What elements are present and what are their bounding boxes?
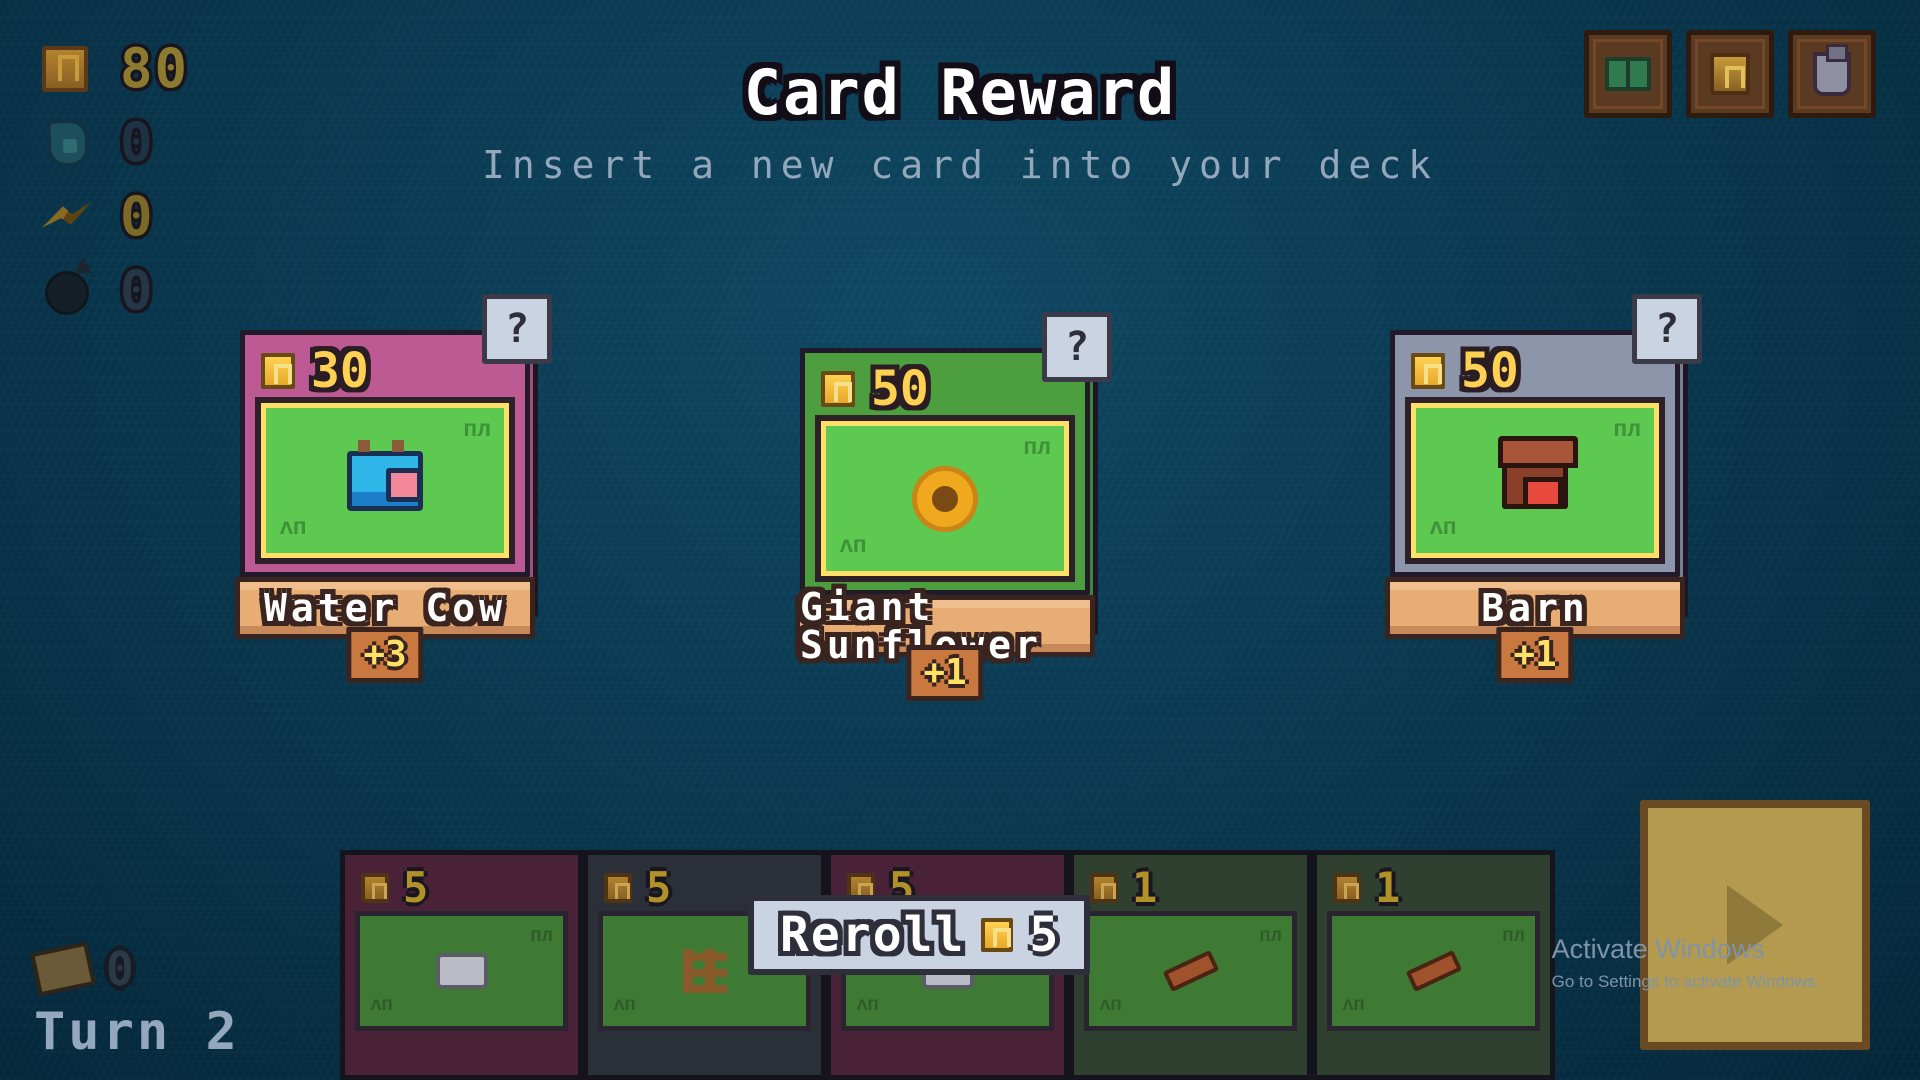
- card-body[interactable]: 50 ᴨᴫ ᴧᴨ: [1390, 330, 1680, 577]
- card-bonus-badge: +3: [346, 627, 424, 683]
- card-art: ᴨᴫ ᴧᴨ: [826, 426, 1064, 571]
- card-art-frame: ᴨᴫ ᴧᴨ: [815, 415, 1075, 582]
- hand-card[interactable]: 5 ᴨᴫ ᴧᴨ: [340, 850, 583, 1080]
- turn-label: Turn 2: [34, 1006, 240, 1058]
- flask-item-icon: [1813, 44, 1851, 96]
- coin-icon: [1333, 873, 1361, 903]
- coin-icon: [821, 371, 855, 407]
- deck-count-row: 0: [30, 941, 240, 997]
- windows-activation-watermark: Activate Windows Go to Settings to activ…: [1552, 933, 1820, 992]
- reroll-cost: 5: [1029, 907, 1059, 963]
- hand-card-cost-value: 1: [1132, 863, 1158, 912]
- card-cost-value: 50: [1461, 343, 1519, 399]
- reward-card-giant-sunflower[interactable]: ? 50 ᴨᴫ ᴧᴨ Giant Sunflower +1: [795, 312, 1112, 701]
- book-item-icon: [1605, 57, 1651, 91]
- grass-tuft-icon: ᴨᴫ: [1023, 434, 1051, 460]
- reward-card-row: ? 30 ᴨᴫ ᴧᴨ Water Cow +3 ? 50 ᴨᴫ ᴧᴨ Giant…: [0, 294, 1920, 750]
- help-icon[interactable]: ?: [1042, 312, 1112, 382]
- card-name: Water Cow: [264, 586, 506, 630]
- resource-lightning: 0: [42, 180, 189, 254]
- deck-icon: [30, 941, 96, 997]
- turn-word: Turn: [34, 1002, 172, 1062]
- hand-card-cost: 5: [355, 865, 568, 911]
- card-body[interactable]: 50 ᴨᴫ ᴧᴨ: [800, 348, 1090, 595]
- grass-tuft-icon: ᴧᴨ: [1099, 993, 1122, 1015]
- resource-bomb: 0: [42, 254, 189, 328]
- help-icon[interactable]: ?: [482, 294, 552, 364]
- card-art: ᴨᴫ ᴧᴨ: [1416, 408, 1654, 553]
- coin-icon: [981, 918, 1014, 952]
- card-art-frame: ᴨᴫ ᴧᴨ: [255, 397, 515, 564]
- coin-item-icon: [1710, 53, 1750, 95]
- bomb-value: 0: [117, 259, 156, 322]
- card-bonus-badge: +1: [1496, 627, 1574, 683]
- hand-card[interactable]: 1 ᴨᴫ ᴧᴨ: [1312, 850, 1555, 1080]
- hand-card[interactable]: 1 ᴨᴫ ᴧᴨ: [1069, 850, 1312, 1080]
- watermark-title: Activate Windows: [1551, 933, 1765, 964]
- coin-icon: [361, 873, 389, 903]
- page-subtitle: Insert a new card into your deck: [481, 143, 1439, 187]
- deck-count: 0: [106, 942, 134, 996]
- grass-tuft-icon: ᴧᴨ: [856, 993, 879, 1015]
- cow-sprite: [347, 439, 423, 511]
- grass-tuft-icon: ᴧᴨ: [370, 993, 393, 1015]
- coin-icon: [1090, 873, 1118, 903]
- grass-tuft-icon: ᴨᴫ: [1502, 924, 1525, 946]
- end-turn-button[interactable]: [1640, 800, 1870, 1050]
- grass-tuft-icon: ᴧᴨ: [1429, 514, 1457, 540]
- bomb-icon: [42, 263, 98, 319]
- card-cost: 50: [815, 363, 1075, 415]
- log-sprite: [1405, 950, 1462, 992]
- hand-card-cost-value: 5: [403, 863, 429, 912]
- sunflower-sprite: [907, 460, 983, 537]
- grass-tuft-icon: ᴧᴨ: [839, 532, 867, 558]
- watermark-subtitle: Go to Settings to activate Windows.: [1551, 972, 1820, 991]
- hand-card-cost: 1: [1084, 865, 1297, 911]
- card-cost-value: 30: [311, 343, 369, 399]
- card-body[interactable]: 30 ᴨᴫ ᴧᴨ: [240, 330, 530, 577]
- lightning-icon: [42, 189, 98, 245]
- sheep-sprite: [435, 953, 488, 989]
- reward-card-water-cow[interactable]: ? 30 ᴨᴫ ᴧᴨ Water Cow +3: [235, 294, 552, 683]
- reroll-button[interactable]: Reroll 5: [748, 895, 1091, 975]
- hand-card-cost-value: 5: [646, 863, 672, 912]
- card-cost: 50: [1405, 345, 1665, 397]
- hand-card-art: ᴨᴫ ᴧᴨ: [1084, 911, 1297, 1031]
- hand-card-art: ᴨᴫ ᴧᴨ: [355, 911, 568, 1031]
- card-art: ᴨᴫ ᴧᴨ: [266, 408, 504, 553]
- coin-icon: [1411, 353, 1445, 389]
- log-sprite: [1162, 950, 1219, 992]
- grass-tuft-icon: ᴨᴫ: [1613, 416, 1641, 442]
- grass-tuft-icon: ᴨᴫ: [463, 416, 491, 442]
- grass-tuft-icon: ᴧᴨ: [279, 514, 307, 540]
- hand-card-cost-value: 1: [1375, 863, 1401, 912]
- lightning-value: 0: [117, 185, 156, 248]
- reward-card-barn[interactable]: ? 50 ᴨᴫ ᴧᴨ Barn +1: [1385, 294, 1702, 683]
- coin-icon: [261, 353, 295, 389]
- card-cost-value: 50: [871, 361, 929, 417]
- grass-tuft-icon: ᴨᴫ: [530, 924, 553, 946]
- help-icon[interactable]: ?: [1632, 294, 1702, 364]
- card-bonus-badge: +1: [906, 645, 984, 701]
- card-cost: 30: [255, 345, 515, 397]
- card-name: Barn: [1481, 586, 1589, 630]
- reroll-label: Reroll: [780, 907, 966, 963]
- card-art-frame: ᴨᴫ ᴧᴨ: [1405, 397, 1665, 564]
- barn-sprite: [1498, 435, 1578, 509]
- grass-tuft-icon: ᴧᴨ: [1342, 993, 1365, 1015]
- turn-indicator: 0 Turn 2: [30, 941, 240, 1058]
- hand-card-art: ᴨᴫ ᴧᴨ: [1327, 911, 1540, 1031]
- hand-card-cost: 1: [1327, 865, 1540, 911]
- grass-tuft-icon: ᴨᴫ: [1259, 924, 1282, 946]
- game-screen: 80 0 0 0 Card Reward Insert a new card i…: [0, 0, 1920, 1080]
- grass-tuft-icon: ᴧᴨ: [613, 993, 636, 1015]
- fence-sprite: [682, 949, 727, 993]
- coin-icon: [604, 873, 632, 903]
- turn-number: 2: [205, 1002, 240, 1062]
